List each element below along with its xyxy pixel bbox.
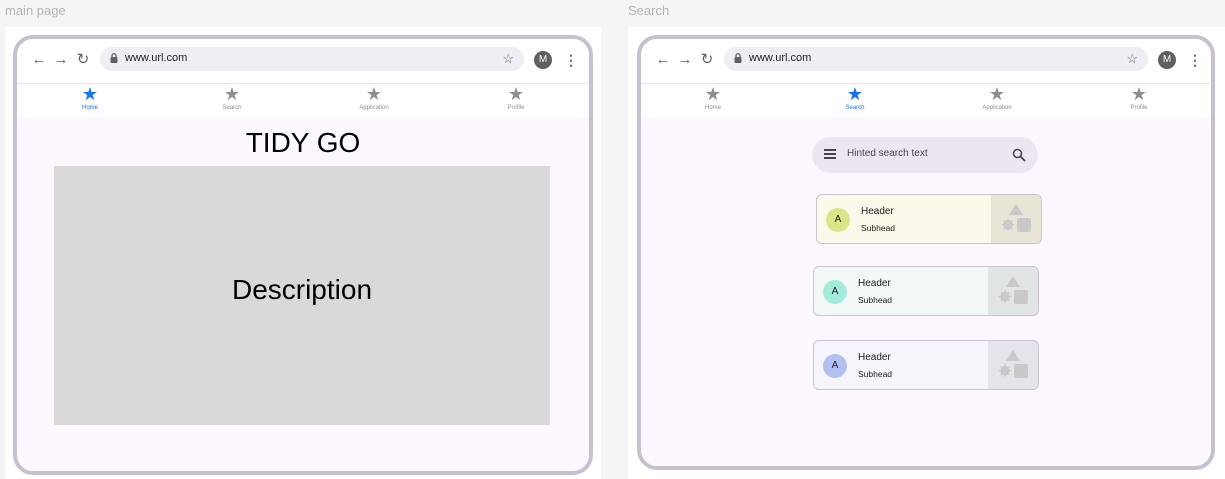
tab-application[interactable]: ★ Application xyxy=(957,85,1037,112)
tab-label: Profile xyxy=(507,105,525,111)
tab-label: Application xyxy=(982,105,1012,111)
card-media xyxy=(988,267,1038,315)
reload-icon[interactable]: ↻ xyxy=(698,51,716,69)
tab-search[interactable]: ★ Search xyxy=(815,85,895,112)
search-placeholder: Hinted search text xyxy=(847,148,928,159)
tab-label: Profile xyxy=(1130,105,1148,111)
url-text: www.url.com xyxy=(125,52,188,64)
shapes-icon xyxy=(998,350,1028,378)
card-avatar: A xyxy=(826,208,850,232)
card-header: Header xyxy=(858,352,891,363)
card-subhead: Subhead xyxy=(858,369,893,379)
avatar[interactable]: M xyxy=(1158,51,1176,69)
tab-search[interactable]: ★ Search xyxy=(192,85,272,112)
browser-chrome: ← → ↻ www.url.com ☆ M ⋮ xyxy=(641,39,1211,83)
star-icon: ★ xyxy=(846,84,864,104)
device-frame-main: ← → ↻ www.url.com ☆ M ⋮ ★ Home ★ Search … xyxy=(13,35,593,475)
browser-chrome: ← → ↻ www.url.com ☆ M ⋮ xyxy=(17,39,589,83)
tab-label: Home xyxy=(81,105,98,111)
lock-icon xyxy=(734,53,742,63)
list-card[interactable]: A Header Subhead xyxy=(813,266,1039,316)
star-icon: ★ xyxy=(1130,84,1148,104)
back-icon[interactable]: ← xyxy=(654,51,672,69)
url-text: www.url.com xyxy=(749,52,812,64)
device-frame-search: ← → ↻ www.url.com ☆ M ⋮ ★ Home ★ Search … xyxy=(637,35,1215,470)
star-icon: ★ xyxy=(365,84,383,104)
tab-profile[interactable]: ★ Profile xyxy=(1099,85,1179,112)
card-header: Header xyxy=(858,278,891,289)
list-card[interactable]: A Header Subhead xyxy=(816,194,1042,244)
card-media xyxy=(988,341,1038,389)
tab-label: Application xyxy=(359,105,389,111)
card-subhead: Subhead xyxy=(861,223,896,233)
tab-home[interactable]: ★ Home xyxy=(673,85,753,112)
lock-icon xyxy=(110,53,118,63)
tab-label: Search xyxy=(222,105,242,111)
forward-icon[interactable]: → xyxy=(676,51,694,69)
forward-icon[interactable]: → xyxy=(52,51,70,69)
card-subhead: Subhead xyxy=(858,295,893,305)
tab-bar: ★ Home ★ Search ★ Application ★ Profile xyxy=(17,83,589,117)
kebab-menu-icon[interactable]: ⋮ xyxy=(1188,51,1202,69)
kebab-menu-icon[interactable]: ⋮ xyxy=(564,51,578,69)
frame-label-search: Search xyxy=(628,3,670,18)
star-icon: ★ xyxy=(507,84,525,104)
bookmark-star-icon[interactable]: ☆ xyxy=(1126,51,1138,67)
avatar[interactable]: M xyxy=(534,51,552,69)
page-title: TIDY GO xyxy=(245,127,361,158)
shapes-icon xyxy=(1001,204,1031,232)
hamburger-icon[interactable] xyxy=(824,149,836,159)
frame-label-main: main page xyxy=(5,3,66,18)
tab-bar: ★ Home ★ Search ★ Application ★ Profile xyxy=(641,83,1211,117)
search-bar[interactable]: Hinted search text xyxy=(812,137,1038,173)
star-icon: ★ xyxy=(988,84,1006,104)
back-icon[interactable]: ← xyxy=(30,51,48,69)
tab-label: Home xyxy=(704,105,721,111)
star-icon: ★ xyxy=(81,84,99,104)
address-bar[interactable]: www.url.com ☆ xyxy=(100,47,524,71)
description-text: Description xyxy=(231,274,373,305)
tab-home[interactable]: ★ Home xyxy=(50,85,130,112)
tab-label: Search xyxy=(845,105,865,111)
tab-profile[interactable]: ★ Profile xyxy=(476,85,556,112)
card-header: Header xyxy=(861,206,894,217)
list-card[interactable]: A Header Subhead xyxy=(813,340,1039,390)
address-bar[interactable]: www.url.com ☆ xyxy=(724,47,1148,71)
card-avatar: A xyxy=(823,280,847,304)
star-icon: ★ xyxy=(223,84,241,104)
star-icon: ★ xyxy=(704,84,722,104)
card-media xyxy=(991,195,1041,243)
description-panel: Description xyxy=(54,166,550,425)
bookmark-star-icon[interactable]: ☆ xyxy=(502,51,514,67)
shapes-icon xyxy=(998,276,1028,304)
tab-application[interactable]: ★ Application xyxy=(334,85,414,112)
search-icon[interactable] xyxy=(1012,148,1026,162)
reload-icon[interactable]: ↻ xyxy=(74,51,92,69)
card-avatar: A xyxy=(823,354,847,378)
